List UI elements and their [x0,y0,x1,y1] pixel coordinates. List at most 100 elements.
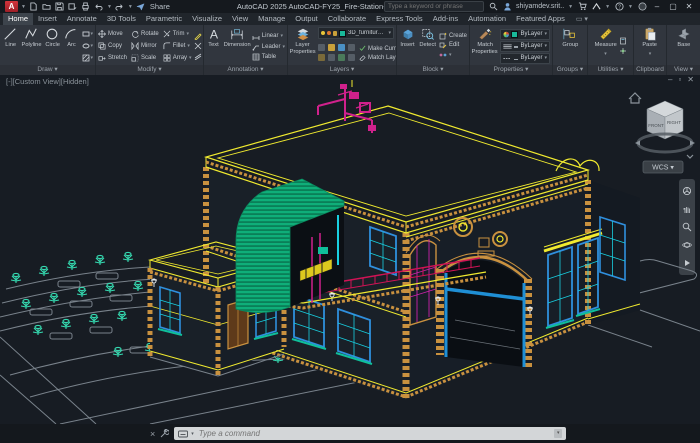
user-name[interactable]: shiyamdev.srit.. [516,3,564,10]
polyline-button[interactable]: Polyline [21,27,42,65]
edit-block-button[interactable]: Edit [439,41,467,49]
id-point-icon[interactable] [619,47,627,55]
panel-label-layers[interactable]: Layers ▾ [288,65,396,75]
tab-visualize[interactable]: Visualize [187,13,227,25]
drawing-viewport[interactable]: [-][Custom View][Hidden] – ▫ ✕ [0,75,700,424]
block-extra-icons[interactable]: ▾ [439,50,467,60]
help-caret-icon[interactable]: ▼ [628,2,633,12]
layer-on-icon[interactable] [321,31,325,35]
linetype-dropdown[interactable]: ByLayer▾ [500,53,550,64]
tab-automation[interactable]: Automation [463,13,511,25]
tab-view[interactable]: View [227,13,253,25]
orbit-icon[interactable] [682,240,692,250]
drawing-restore-icon[interactable]: ▫ [678,75,681,84]
show-motion-icon[interactable] [682,258,692,268]
text-button[interactable]: AText [206,27,222,65]
redo-icon[interactable] [115,2,125,12]
user-caret-icon[interactable]: ▼ [568,2,573,12]
command-recent-caret-icon[interactable]: ▾ [191,429,194,439]
search-input[interactable] [384,1,484,12]
match-properties-button[interactable]: MatchProperties [472,27,498,65]
panel-label-groups[interactable]: Groups ▾ [553,65,587,75]
layer-thaw-icon[interactable] [327,31,331,35]
steering-wheel-icon[interactable] [682,186,692,196]
save-as-icon[interactable] [68,2,78,12]
mirror-button[interactable]: Mirror [131,41,159,51]
detect-button[interactable]: Detect [419,27,437,65]
paste-button[interactable]: Paste▾ [639,27,661,65]
navigation-bar[interactable] [679,179,695,275]
share-icon[interactable] [136,2,146,12]
viewcube-face-front[interactable]: FRONT [648,123,664,128]
explode-icon[interactable] [194,42,202,50]
linear-button[interactable]: Linear▾ [252,31,285,41]
help-icon[interactable]: ? [614,2,624,12]
make-current-button[interactable]: Make Current [359,45,396,52]
quick-calc-icon[interactable] [619,37,627,45]
tab-featured-apps[interactable]: Featured Apps [511,13,570,25]
circle-button[interactable]: Circle [44,27,61,65]
leader-button[interactable]: Leader▾ [252,42,285,52]
rotate-button[interactable]: Rotate [131,29,159,39]
open-folder-icon[interactable] [42,2,52,12]
panel-label-modify[interactable]: Modify ▾ [96,65,203,75]
command-customize-icon[interactable] [160,429,169,438]
autodesk-caret-icon[interactable]: ▼ [605,2,610,12]
autodesk-logo-icon[interactable] [591,2,601,12]
viewcube-menu-caret-icon[interactable] [687,155,693,158]
command-close-icon[interactable]: × [150,429,155,439]
model-3d-fire-station-cafe[interactable] [0,75,700,424]
save-icon[interactable] [55,2,65,12]
panel-label-view[interactable]: View ▾ [667,65,700,75]
ribbon-display-toggle-icon[interactable]: ▭ ▾ [576,15,588,23]
arc-button[interactable]: Arc [63,27,80,65]
layer-dropdown-caret-icon[interactable]: ▾ [388,28,391,38]
minimize-button[interactable]: – [651,2,663,11]
panel-label-properties[interactable]: Properties ▾ [470,65,552,75]
wcs-label[interactable]: WCS ▾ [652,165,674,172]
line-button[interactable]: Line [2,27,19,65]
scale-button[interactable]: Scale [131,53,159,63]
trim-button[interactable]: Trim▾ [163,29,192,39]
lineweight-dropdown[interactable]: ByLayer▾ [500,41,550,52]
new-file-icon[interactable] [29,2,39,12]
cart-icon[interactable] [577,2,587,12]
group-button[interactable]: Group [559,27,581,65]
fillet-button[interactable]: Fillet▾ [163,41,192,51]
command-input[interactable] [197,427,551,440]
panel-label-draw[interactable]: Draw ▾ [0,65,95,75]
layer-lock-icon[interactable] [333,31,337,36]
object-color-dropdown[interactable]: ByLayer▾ [500,29,550,40]
drawing-minimize-icon[interactable]: – [668,75,672,84]
tab-home[interactable]: Home [3,13,33,25]
tab-output[interactable]: Output [290,13,323,25]
insert-block-button[interactable]: Insert [399,27,417,65]
create-block-button[interactable]: Create [439,32,467,40]
offset-icon[interactable] [194,52,202,60]
tab-annotate[interactable]: Annotate [62,13,102,25]
hatch-tool-icon[interactable]: ▾ [82,53,94,63]
close-button[interactable]: ✕ [683,2,695,11]
notifications-icon[interactable] [637,2,647,12]
zoom-icon[interactable] [682,222,692,232]
array-button[interactable]: Array▾ [163,53,192,63]
panel-label-utilities[interactable]: Utilities ▾ [588,65,633,75]
autocad-logo-icon[interactable]: A [5,1,18,12]
ellipse-tool-icon[interactable]: ▾ [82,41,94,51]
layer-properties-button[interactable]: LayerProperties [290,27,316,65]
app-menu-caret-icon[interactable]: ▼ [21,2,26,12]
tab-parametric[interactable]: Parametric [141,13,187,25]
viewport-controls-label[interactable]: [-][Custom View][Hidden] [6,77,89,86]
search-icon[interactable] [488,2,498,12]
undo-caret-icon[interactable]: ▼ [107,2,112,12]
panel-label-clipboard[interactable]: Clipboard [634,65,666,75]
drawing-window-controls[interactable]: – ▫ ✕ [668,75,694,84]
tab-collaborate[interactable]: Collaborate [323,13,371,25]
dimension-button[interactable]: Dimension [224,27,250,65]
viewcube-home-icon[interactable] [629,93,641,103]
undo-icon[interactable] [94,2,104,12]
panel-label-annotation[interactable]: Annotation ▾ [204,65,287,75]
viewcube[interactable]: FRONT RIGHT WCS ▾ [625,87,697,175]
tab-add-ins[interactable]: Add-ins [428,13,463,25]
tab-manage[interactable]: Manage [253,13,290,25]
